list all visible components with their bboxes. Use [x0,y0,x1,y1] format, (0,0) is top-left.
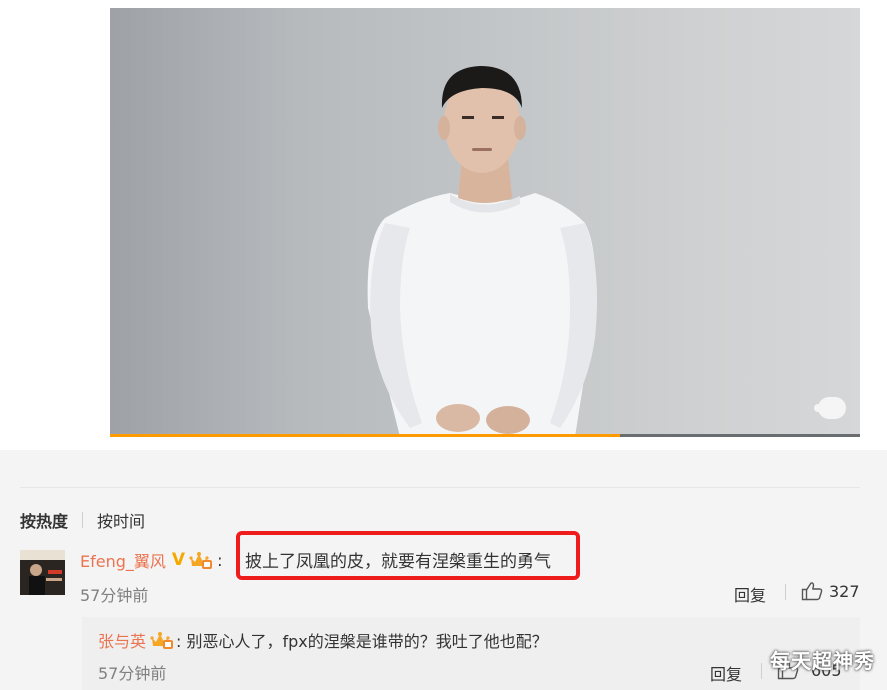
reply-timestamp: 57分钟前 [98,664,167,683]
sort-bar: 按热度 按时间 [20,508,145,532]
avatar-image [20,550,65,595]
comment-colon: : [217,550,223,570]
comment-username[interactable]: Efeng_翼风 [80,548,166,572]
video-control-toggle[interactable] [814,397,846,419]
video-progress-fill [110,434,620,437]
verified-v-icon: V [171,550,186,570]
reply-text: : 别恶心人了，fpx的涅槃是谁带的？我吐了他也配？ [176,632,548,651]
reply-content: 张与英 : 别恶心人了，fpx的涅槃是谁带的？我吐了他也配？ [98,628,548,652]
sort-divider [82,512,84,528]
sort-by-time-tab[interactable]: 按时间 [97,508,145,532]
member-crown-icon [150,630,174,650]
reply-username[interactable]: 张与英 [98,628,146,652]
section-divider [20,487,860,488]
avatar[interactable] [20,550,65,595]
video-player[interactable] [110,8,860,437]
watermark-text: 每天超神秀 [770,649,875,673]
sort-by-hot-tab[interactable]: 按热度 [20,508,68,532]
video-frame-person [367,66,598,437]
action-divider [785,584,786,600]
reply-reply-button[interactable]: 回复 [710,661,742,685]
comment-like-count: 327 [829,582,860,601]
comment-header: Efeng_翼风 V : [80,547,222,573]
member-crown-icon [189,550,213,570]
action-divider [761,663,762,679]
thumbs-up-icon[interactable] [801,581,823,601]
video-progress-bar[interactable] [110,434,860,437]
comment-timestamp: 57分钟前 [80,586,149,605]
comment-reply-button[interactable]: 回复 [734,582,766,606]
comment-text: 披上了凤凰的皮，就要有涅槃重生的勇气 [245,552,551,572]
